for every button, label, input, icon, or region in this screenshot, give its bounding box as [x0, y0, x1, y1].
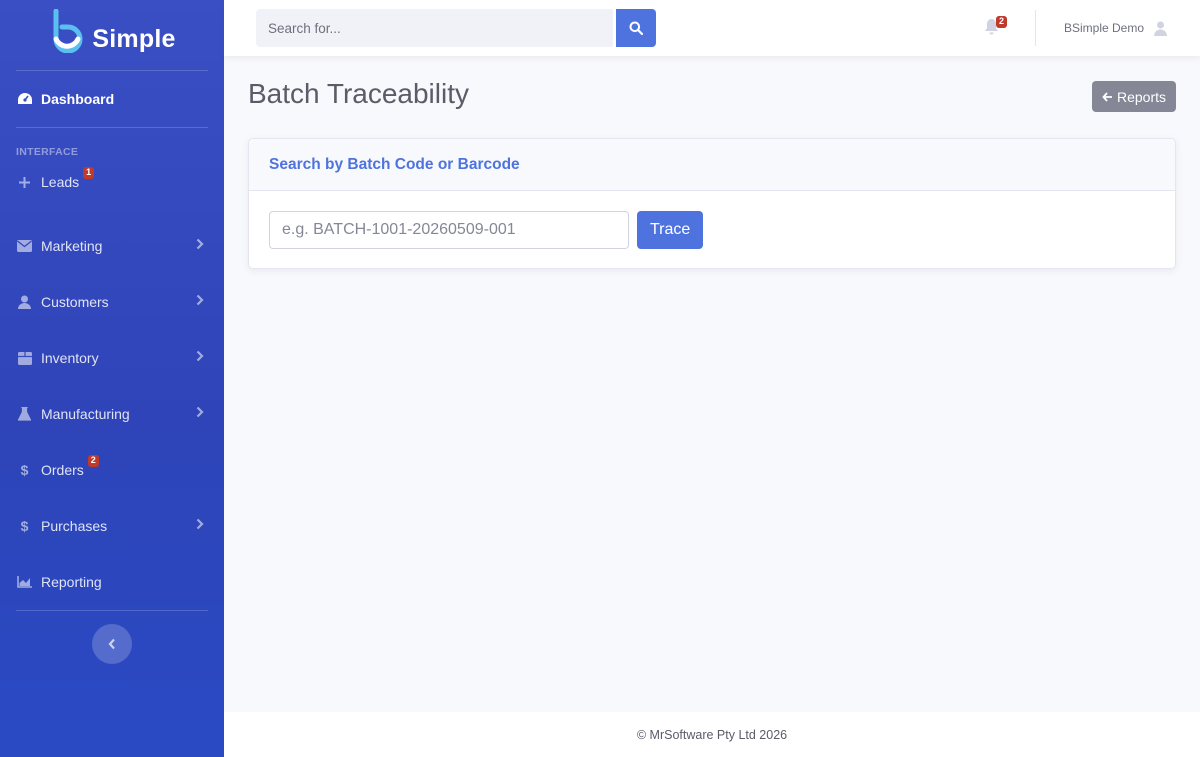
topbar-search — [256, 9, 656, 47]
flask-icon — [16, 406, 33, 423]
sidebar-item-label: Dashboard — [41, 91, 115, 107]
dollar-icon: $ — [20, 462, 29, 478]
sidebar-item-reporting[interactable]: Reporting — [0, 554, 224, 610]
card-title: Search by Batch Code or Barcode — [269, 155, 520, 173]
sidebar-item-purchases[interactable]: $ Purchases — [0, 498, 224, 554]
sidebar-item-label: Orders — [41, 462, 84, 478]
sidebar-item-marketing[interactable]: Marketing — [0, 218, 224, 274]
card-header: Search by Batch Code or Barcode — [249, 139, 1175, 191]
copyright-text: © MrSoftware Pty Ltd 2026 — [636, 727, 788, 742]
sidebar-item-label: Reporting — [41, 574, 102, 590]
sidebar-item-inventory[interactable]: Inventory — [0, 330, 224, 386]
leads-count-badge: 1 — [83, 167, 95, 179]
sidebar-heading: INTERFACE — [16, 146, 79, 158]
sidebar-divider — [16, 610, 208, 611]
chart-area-icon — [16, 574, 33, 591]
sidebar-item-leads[interactable]: Leads 1 — [0, 162, 224, 202]
user-icon — [16, 294, 33, 311]
page-title: Batch Traceability — [248, 78, 469, 109]
user-menu[interactable]: BSimple Demo — [1064, 0, 1168, 56]
topbar-divider — [1035, 10, 1036, 46]
arrow-left-icon — [1102, 91, 1112, 102]
box-icon — [16, 350, 33, 367]
sidebar-item-label: Manufacturing — [41, 406, 130, 422]
brand-logo — [53, 9, 83, 53]
user-avatar-icon — [1154, 21, 1168, 36]
user-name: BSimple Demo — [1064, 21, 1145, 35]
sidebar: Simple Dashboard INTERFACE Leads 1 Marke… — [0, 0, 224, 757]
chevron-left-icon — [108, 638, 115, 650]
reports-button[interactable]: Reports — [1092, 81, 1176, 112]
sidebar-item-label: Leads — [41, 174, 80, 190]
batch-search-card: Search by Batch Code or Barcode Trace — [248, 138, 1176, 269]
batch-code-input[interactable] — [269, 211, 629, 249]
sidebar-item-label: Marketing — [41, 238, 103, 254]
envelope-icon — [16, 238, 33, 255]
chevron-right-icon — [196, 405, 204, 423]
chevron-right-icon — [196, 293, 204, 311]
orders-count-badge: 2 — [87, 455, 99, 467]
footer: © MrSoftware Pty Ltd 2026 — [224, 712, 1200, 757]
search-button[interactable] — [616, 9, 656, 47]
sidebar-item-label: Inventory — [41, 350, 99, 366]
chevron-right-icon — [196, 349, 204, 367]
reports-button-label: Reports — [1116, 88, 1167, 105]
notifications-count-badge: 2 — [996, 16, 1008, 28]
tachometer-icon — [16, 91, 33, 108]
sidebar-item-label: Purchases — [41, 518, 108, 534]
sidebar-item-manufacturing[interactable]: Manufacturing — [0, 386, 224, 442]
chevron-right-icon — [196, 517, 204, 535]
card-body: Trace — [249, 191, 1175, 269]
dollar-icon: $ — [20, 518, 29, 534]
search-icon — [629, 21, 643, 35]
topbar: 2 BSimple Demo — [224, 0, 1200, 56]
search-input[interactable] — [256, 9, 613, 47]
chevron-right-icon — [196, 237, 204, 255]
sidebar-item-dashboard[interactable]: Dashboard — [0, 71, 224, 127]
sidebar-item-orders[interactable]: $ Orders 2 — [0, 442, 224, 498]
sidebar-item-label: Customers — [41, 294, 109, 310]
sidebar-toggle-button[interactable] — [92, 624, 132, 664]
sidebar-item-customers[interactable]: Customers — [0, 274, 224, 330]
brand-name: Simple — [92, 24, 176, 53]
plus-icon — [16, 174, 33, 191]
brand[interactable]: Simple — [0, 0, 224, 70]
trace-button[interactable]: Trace — [637, 211, 704, 249]
notifications-button[interactable]: 2 — [984, 16, 1008, 40]
